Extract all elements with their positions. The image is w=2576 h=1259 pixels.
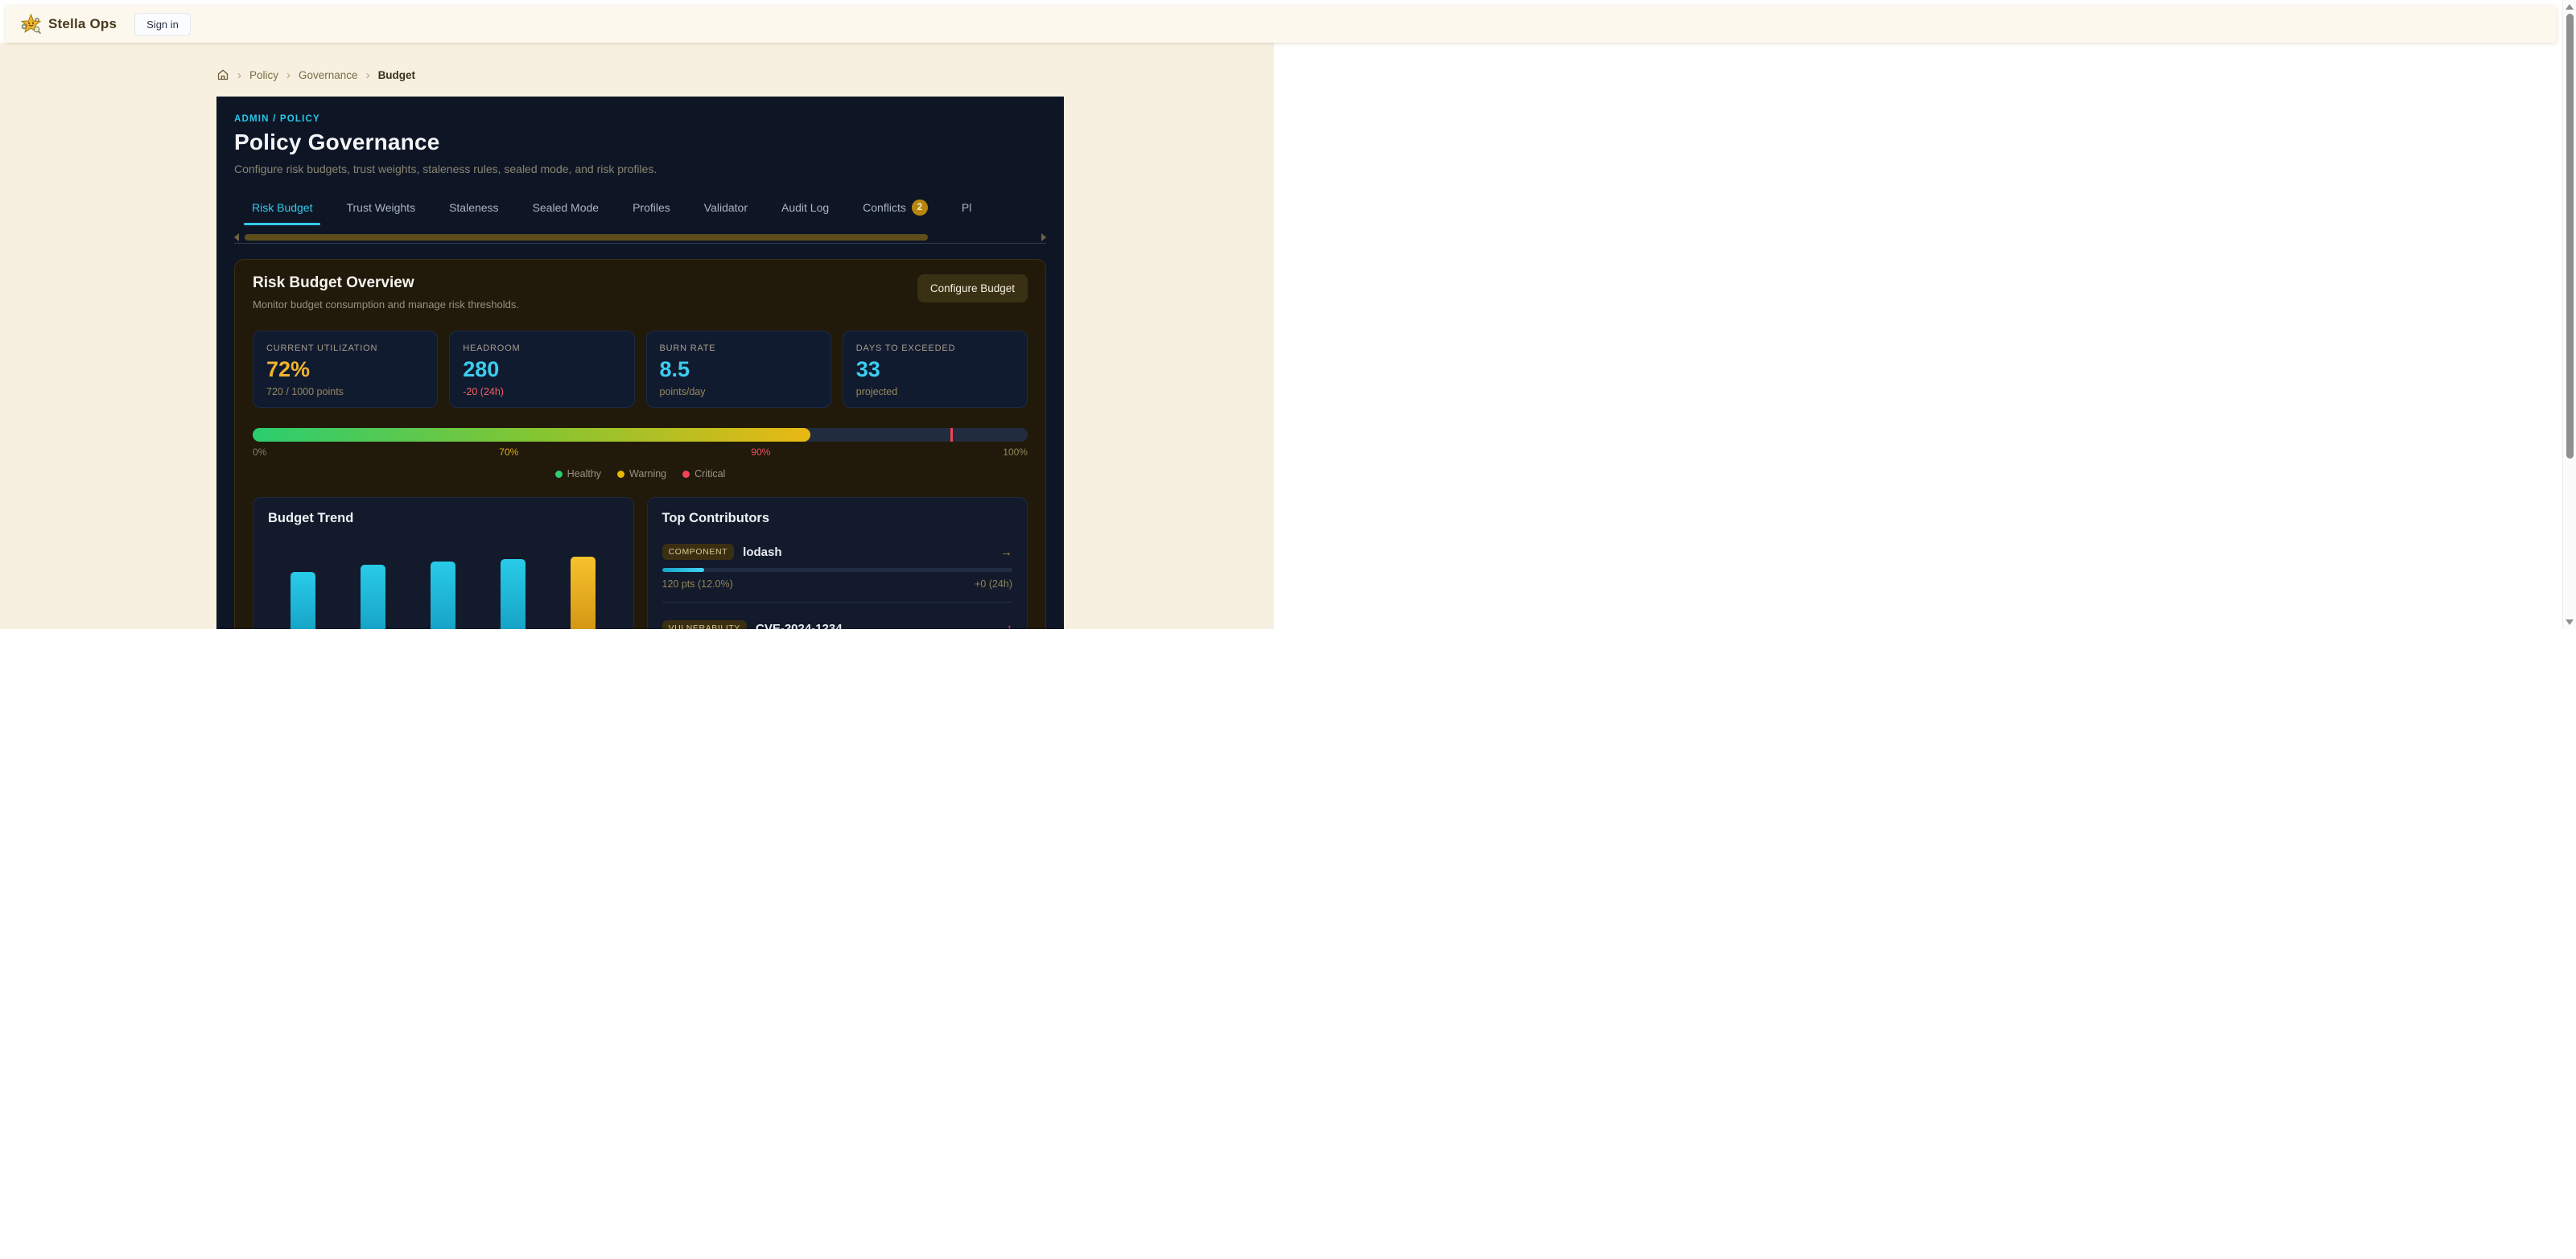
overview-subtitle: Monitor budget consumption and manage ri… <box>253 298 519 311</box>
tab-risk-budget[interactable]: Risk Budget <box>244 195 320 225</box>
tab-staleness[interactable]: Staleness <box>441 195 506 225</box>
scroll-left-arrow-icon[interactable] <box>234 233 239 241</box>
stat-burn-rate: BURN RATE 8.5 points/day <box>646 331 831 408</box>
healthy-dot-icon <box>555 471 563 478</box>
contributor-type-badge: COMPONENT <box>662 544 735 560</box>
scroll-up-arrow-icon[interactable] <box>2566 4 2574 10</box>
utilization-labels: 0% 70% 90% 100% <box>253 446 1028 458</box>
trend-bar <box>571 557 596 629</box>
stat-sub: -20 (24h) <box>463 386 620 397</box>
contributor-progress-fill <box>662 568 704 572</box>
util-label: 0% <box>253 446 266 458</box>
trend-bar <box>501 559 526 629</box>
budget-trend-panel: Budget Trend 12/1 12/8 12/15 12/22 12/29 <box>253 497 634 629</box>
utilization-meter <box>253 428 1028 442</box>
budget-trend-title: Budget Trend <box>268 511 619 526</box>
tab-trust-weights[interactable]: Trust Weights <box>338 195 423 225</box>
utilization-threshold-marker <box>950 428 953 442</box>
breadcrumb-separator: › <box>237 69 241 81</box>
legend-label: Critical <box>694 468 725 479</box>
stat-label: CURRENT UTILIZATION <box>266 344 424 353</box>
trend-bar <box>361 565 385 629</box>
util-label: 90% <box>751 446 770 458</box>
contributor-delta: +0 (24h) <box>975 578 1012 590</box>
util-label: 100% <box>1003 446 1028 458</box>
section-eyebrow: ADMIN / POLICY <box>234 114 1046 124</box>
contributor-points: 120 pts (12.0%) <box>662 578 733 590</box>
overview-title: Risk Budget Overview <box>253 274 519 292</box>
conflicts-count-badge: 2 <box>912 200 928 216</box>
critical-dot-icon <box>682 471 690 478</box>
policy-governance-panel: ADMIN / POLICY Policy Governance Configu… <box>216 97 1064 629</box>
util-label: 70% <box>499 446 518 458</box>
page-title: Policy Governance <box>234 130 1046 155</box>
contributor-progress <box>662 568 1013 572</box>
contributor-row-lodash[interactable]: COMPONENT lodash → 120 pts (12.0%) +0 (2… <box>662 544 1013 590</box>
tabs-scrollbar-thumb[interactable] <box>245 234 928 241</box>
vertical-scrollbar[interactable] <box>2562 0 2576 629</box>
warning-dot-icon <box>617 471 624 478</box>
vertical-scrollbar-thumb[interactable] <box>2566 14 2574 459</box>
utilization-legend: Healthy Warning Critical <box>253 468 1028 479</box>
top-bar: Stella Ops Sign in <box>6 6 2557 43</box>
top-contributors-panel: Top Contributors COMPONENT lodash → 120 … <box>647 497 1028 629</box>
breadcrumb-separator: › <box>366 69 370 81</box>
budget-trend-chart <box>268 533 619 629</box>
divider <box>662 602 1013 603</box>
tab-truncated[interactable]: Pl <box>954 195 979 225</box>
tabs-scrollbar-track[interactable] <box>243 234 1037 241</box>
contributor-name: lodash <box>743 545 781 559</box>
stat-value: 33 <box>856 357 1014 382</box>
contributor-name: CVE-2024-1234 <box>756 622 843 630</box>
trend-flat-icon: → <box>1000 545 1012 559</box>
configure-budget-button[interactable]: Configure Budget <box>917 274 1028 302</box>
stella-mascot-icon <box>20 14 42 35</box>
top-contributors-title: Top Contributors <box>662 511 1013 526</box>
stat-sub: projected <box>856 386 1014 397</box>
tabs-divider <box>234 243 1046 244</box>
breadcrumb-current: Budget <box>378 69 416 81</box>
trend-bar <box>291 572 315 629</box>
tab-bar: Risk Budget Trust Weights Staleness Seal… <box>244 195 1046 225</box>
stat-label: BURN RATE <box>660 344 818 353</box>
tab-conflicts[interactable]: Conflicts 2 <box>855 195 936 225</box>
breadcrumb-separator: › <box>286 69 291 81</box>
risk-budget-overview-card: Risk Budget Overview Monitor budget cons… <box>234 259 1046 629</box>
trend-up-icon: ↑ <box>1007 622 1013 630</box>
brand-home-link[interactable]: Stella Ops <box>20 14 117 35</box>
stat-headroom: HEADROOM 280 -20 (24h) <box>449 331 634 408</box>
stat-label: DAYS TO EXCEEDED <box>856 344 1014 353</box>
tab-profiles[interactable]: Profiles <box>624 195 678 225</box>
legend-label: Healthy <box>567 468 601 479</box>
contributor-type-badge: VULNERABILITY <box>662 620 748 629</box>
home-icon[interactable] <box>216 68 229 81</box>
stat-current-utilization: CURRENT UTILIZATION 72% 720 / 1000 point… <box>253 331 438 408</box>
stat-value: 72% <box>266 357 424 382</box>
scroll-right-arrow-icon[interactable] <box>1041 233 1046 241</box>
tabs-horizontal-scrollbar[interactable] <box>234 233 1046 241</box>
contributor-row-cve-2024-1234[interactable]: VULNERABILITY CVE-2024-1234 ↑ 95 pts (9.… <box>662 620 1013 629</box>
tab-audit-log[interactable]: Audit Log <box>773 195 837 225</box>
tab-sealed-mode[interactable]: Sealed Mode <box>525 195 608 225</box>
legend-label: Warning <box>629 468 666 479</box>
stat-value: 280 <box>463 357 620 382</box>
tab-validator[interactable]: Validator <box>696 195 756 225</box>
sign-in-button[interactable]: Sign in <box>134 13 191 36</box>
page-subtitle: Configure risk budgets, trust weights, s… <box>234 163 1046 175</box>
utilization-fill <box>253 428 810 442</box>
stat-days-to-exceeded: DAYS TO EXCEEDED 33 projected <box>843 331 1028 408</box>
breadcrumb-policy[interactable]: Policy <box>249 69 278 81</box>
scroll-down-arrow-icon[interactable] <box>2566 619 2574 625</box>
stat-sub: points/day <box>660 386 818 397</box>
breadcrumb: › Policy › Governance › Budget <box>216 67 1274 83</box>
stat-sub: 720 / 1000 points <box>266 386 424 397</box>
stats-grid: CURRENT UTILIZATION 72% 720 / 1000 point… <box>253 331 1028 408</box>
brand-name: Stella Ops <box>48 16 117 32</box>
breadcrumb-governance[interactable]: Governance <box>299 69 358 81</box>
page-background: › Policy › Governance › Budget ADMIN / P… <box>0 43 1274 629</box>
trend-bar <box>431 562 455 629</box>
stat-value: 8.5 <box>660 357 818 382</box>
stat-label: HEADROOM <box>463 344 620 353</box>
